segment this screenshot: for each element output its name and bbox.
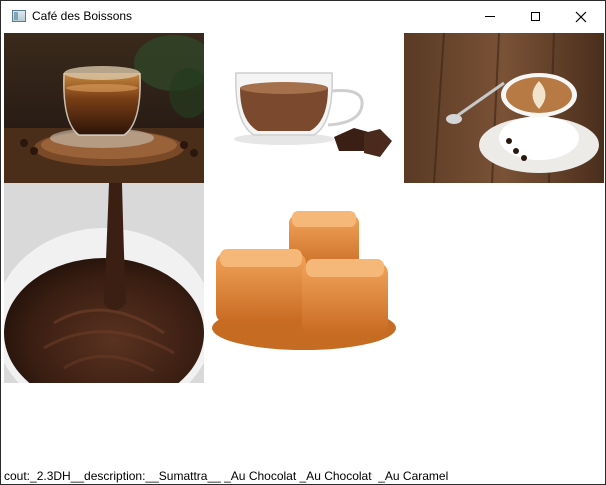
- close-icon: [575, 11, 587, 22]
- espresso-image[interactable]: [4, 33, 204, 183]
- melted-chocolate-image[interactable]: [4, 183, 204, 383]
- minimize-icon: [485, 16, 495, 17]
- app-window-icon: [12, 10, 26, 22]
- title-bar[interactable]: Café des Boissons: [1, 1, 605, 32]
- status-text: cout:_2.3DH__description:__Sumattra__ _A…: [4, 469, 449, 483]
- close-button[interactable]: [558, 1, 604, 32]
- app-window: Café des Boissons cout:_2.3DH__descripti…: [0, 0, 606, 485]
- hot-chocolate-image[interactable]: [204, 33, 404, 183]
- maximize-button[interactable]: [512, 1, 558, 32]
- caramel-image[interactable]: [204, 183, 404, 383]
- maximize-icon: [530, 12, 540, 21]
- window-title: Café des Boissons: [32, 9, 133, 23]
- latte-image[interactable]: [404, 33, 604, 183]
- minimize-button[interactable]: [467, 1, 513, 32]
